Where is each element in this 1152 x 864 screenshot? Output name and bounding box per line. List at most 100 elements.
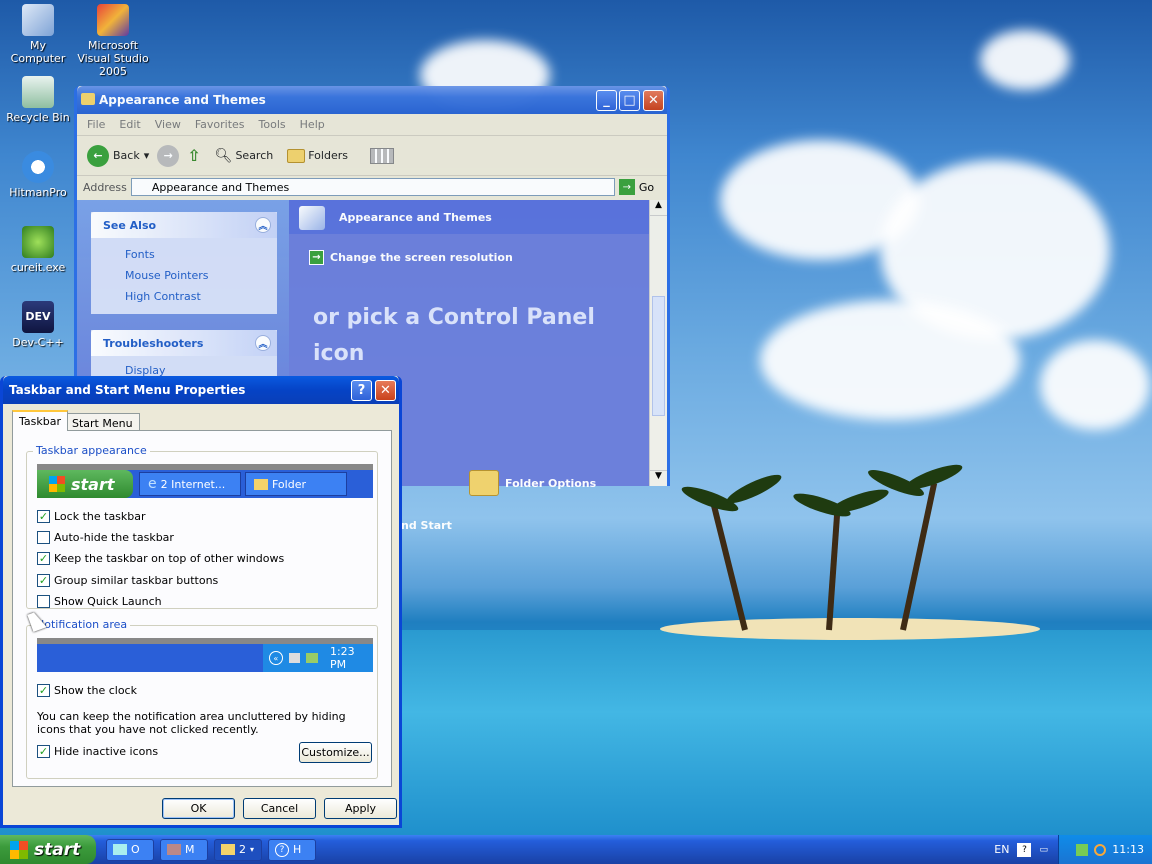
go-icon[interactable]: →	[618, 179, 635, 195]
collapse-icon[interactable]: ︽	[255, 335, 271, 351]
minimize-button[interactable]: _	[596, 90, 617, 111]
dialog-titlebar[interactable]: Taskbar and Start Menu Properties ? ✕	[3, 376, 399, 404]
help-icon[interactable]: ?	[1017, 842, 1032, 857]
windows-logo-icon	[10, 840, 28, 859]
desktop-icon-visual-studio[interactable]: Microsoft Visual Studio 2005	[76, 4, 150, 78]
checkbox-label: Group similar taskbar buttons	[54, 574, 219, 587]
customize-button[interactable]: Customize...	[299, 742, 372, 763]
clock[interactable]: 11:13	[1112, 843, 1144, 856]
restore-icon[interactable]: ▭	[1039, 845, 1048, 855]
up-folder-icon[interactable]: ⇧	[187, 146, 200, 165]
visual-studio-icon	[97, 4, 129, 36]
menu-file[interactable]: File	[87, 118, 105, 131]
taskbar-button-outlook[interactable]: O	[106, 838, 154, 861]
checkbox-box[interactable]: ✓	[37, 574, 50, 587]
checkbox-label: Keep the taskbar on top of other windows	[54, 552, 285, 565]
show-clock-checkbox[interactable]: ✓ Show the clock	[37, 684, 137, 697]
language-indicator[interactable]: EN	[994, 843, 1009, 856]
back-button[interactable]: ← Back ▾	[87, 144, 150, 167]
help-button[interactable]: ?	[351, 380, 372, 401]
vertical-scrollbar[interactable]: ▲ ▼	[649, 200, 667, 486]
checkbox-box[interactable]	[37, 595, 50, 608]
troubleshooters-title[interactable]: Troubleshooters	[103, 337, 203, 350]
palm-tree	[826, 505, 841, 631]
task-change-resolution[interactable]: → Change the screen resolution	[309, 250, 513, 265]
checkbox-box[interactable]: ✓	[37, 552, 50, 565]
scroll-thumb[interactable]	[652, 296, 665, 416]
folder-icon	[254, 478, 268, 490]
taskbar-start-item[interactable]: nd Start	[401, 519, 452, 532]
taskbar-button-folder-group[interactable]: 2 ▾	[214, 838, 262, 861]
scroll-down-icon[interactable]: ▼	[650, 470, 667, 486]
menu-tools[interactable]: Tools	[259, 118, 286, 131]
desktop-icon-label: My Computer	[10, 39, 66, 65]
devcpp-icon: DEV	[22, 301, 54, 333]
cancel-button[interactable]: Cancel	[243, 798, 316, 819]
checkbox-box[interactable]	[37, 531, 50, 544]
help-icon: ?	[357, 383, 366, 398]
forward-button[interactable]: →	[157, 144, 180, 167]
quick-launch-checkbox[interactable]: Show Quick Launch	[37, 595, 162, 608]
internet-explorer-icon: e	[148, 476, 157, 492]
desktop-icon-recycle-bin[interactable]: Recycle Bin	[1, 76, 75, 124]
go-button[interactable]: Go	[639, 181, 654, 194]
outlook-icon	[113, 844, 127, 855]
network-icon	[288, 653, 301, 663]
folder-options-item[interactable]: Folder Options	[469, 470, 596, 496]
desktop-icon-my-computer[interactable]: My Computer	[1, 4, 75, 65]
tab-taskbar[interactable]: Taskbar	[12, 410, 68, 431]
folder-options-label: Folder Options	[505, 476, 597, 490]
system-tray: 11:13	[1058, 835, 1152, 864]
lock-taskbar-checkbox[interactable]: ✓ Lock the taskbar	[37, 510, 146, 523]
see-also-title[interactable]: See Also	[103, 219, 156, 232]
link-mouse-pointers[interactable]: Mouse Pointers	[91, 265, 277, 286]
checkbox-box[interactable]: ✓	[37, 684, 50, 697]
taskbar-button-label: H	[293, 843, 302, 856]
start-button[interactable]: start	[0, 835, 96, 864]
help-icon: ?	[275, 842, 289, 857]
views-icon[interactable]	[369, 147, 394, 164]
desktop-icon-cureit[interactable]: cureit.exe	[1, 226, 75, 274]
hide-inactive-checkbox[interactable]: ✓ Hide inactive icons	[37, 745, 158, 758]
apply-button[interactable]: Apply	[324, 798, 397, 819]
maximize-icon: □	[623, 93, 636, 108]
scroll-up-icon[interactable]: ▲	[650, 200, 667, 216]
address-input[interactable]: Appearance and Themes	[130, 178, 615, 196]
taskbar: start O M 2 ▾ ? H EN ? ▭ 11:13	[0, 835, 1152, 864]
auto-hide-checkbox[interactable]: Auto-hide the taskbar	[37, 531, 174, 544]
ok-button[interactable]: OK	[162, 798, 235, 819]
group-buttons-checkbox[interactable]: ✓ Group similar taskbar buttons	[37, 574, 218, 587]
cloud	[980, 30, 1070, 90]
language-bar[interactable]: EN ? ▭	[994, 835, 1048, 864]
desktop-icon-hitmanpro[interactable]: HitmanPro	[1, 151, 75, 199]
explorer-titlebar[interactable]: Appearance and Themes _ □ ✕	[77, 86, 667, 114]
link-high-contrast[interactable]: High Contrast	[91, 286, 277, 307]
back-label: Back	[113, 149, 140, 162]
collapse-icon[interactable]: ︽	[255, 217, 271, 233]
checkbox-box[interactable]: ✓	[37, 510, 50, 523]
desktop-icon-label: HitmanPro	[9, 186, 67, 199]
search-icon[interactable]	[1094, 843, 1107, 856]
menu-help[interactable]: Help	[300, 118, 325, 131]
see-also-panel: See Also ︽ Fonts Mouse Pointers High Con…	[91, 212, 277, 314]
menu-edit[interactable]: Edit	[119, 118, 140, 131]
menu-favorites[interactable]: Favorites	[195, 118, 245, 131]
maximize-button[interactable]: □	[619, 90, 640, 111]
search-button[interactable]: 🔍︎ Search	[215, 148, 274, 164]
folder-icon	[81, 93, 95, 105]
chevron-down-icon: ▾	[143, 149, 150, 162]
back-arrow-icon: ←	[87, 144, 109, 167]
taskbar-button-help[interactable]: ? H	[268, 838, 316, 861]
menu-view[interactable]: View	[155, 118, 181, 131]
folders-icon	[287, 148, 306, 163]
keep-on-top-checkbox[interactable]: ✓ Keep the taskbar on top of other window…	[37, 552, 284, 565]
folder-icon	[221, 844, 235, 855]
close-button[interactable]: ✕	[375, 380, 396, 401]
link-fonts[interactable]: Fonts	[91, 244, 277, 265]
close-button[interactable]: ✕	[643, 90, 664, 111]
folders-button[interactable]: Folders	[287, 148, 348, 163]
checkbox-box[interactable]: ✓	[37, 745, 50, 758]
desktop-icon-devcpp[interactable]: DEV Dev-C++	[1, 301, 75, 349]
tray-app-icon[interactable]	[1076, 843, 1089, 856]
taskbar-button-media[interactable]: M	[160, 838, 208, 861]
